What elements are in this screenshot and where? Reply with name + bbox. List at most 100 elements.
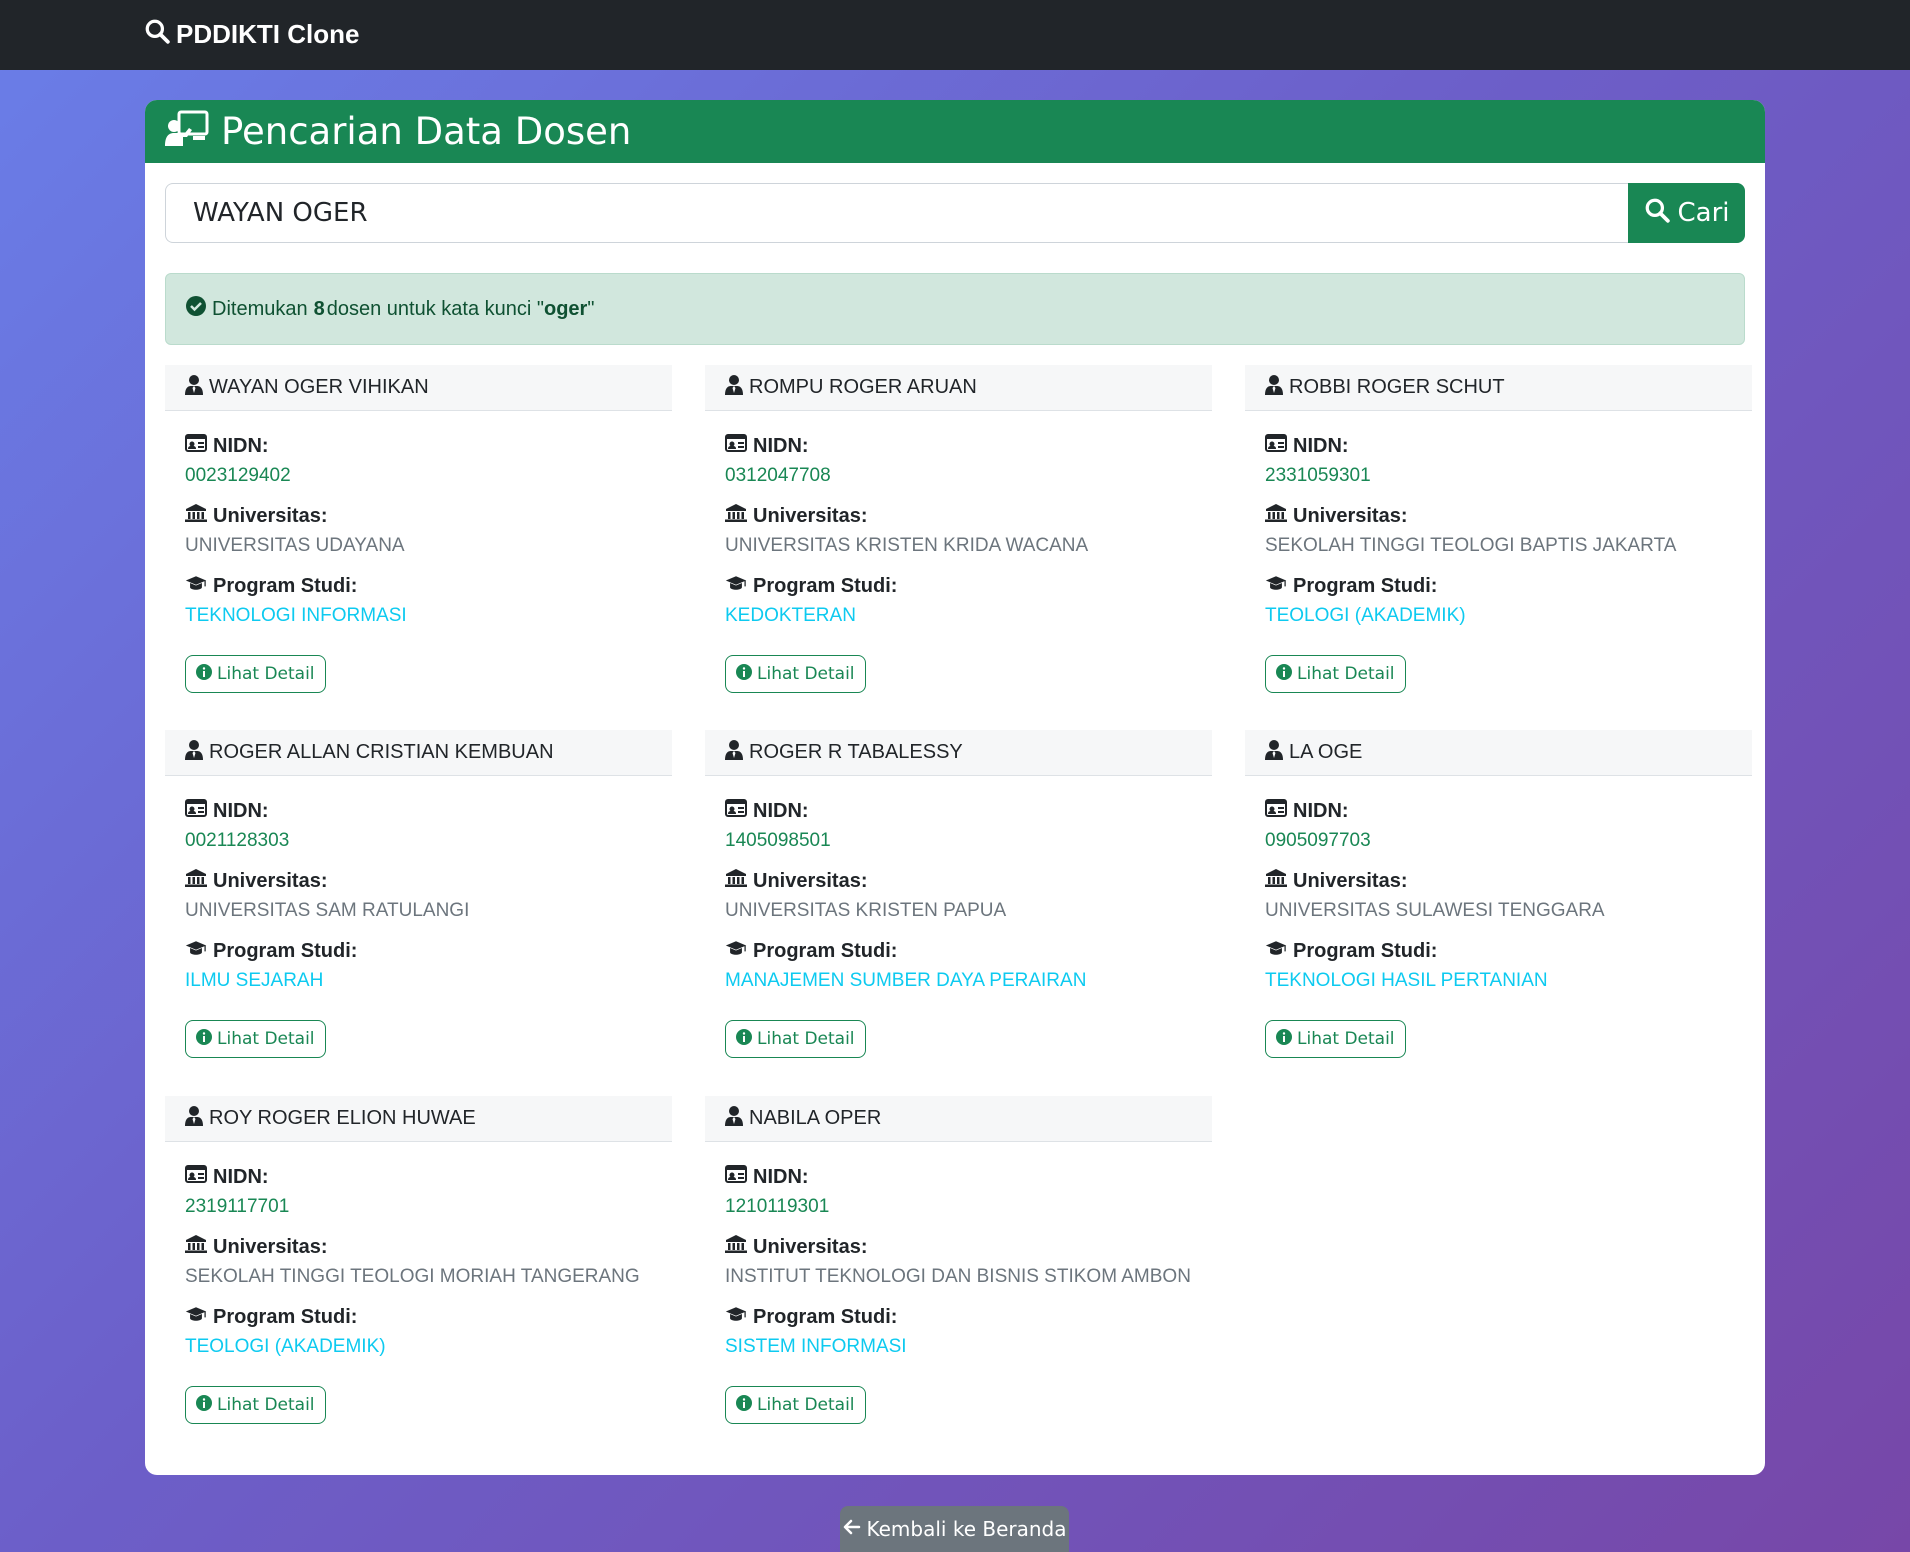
- universitas-value: INSTITUT TEKNOLOGI DAN BISNIS STIKOM AMB…: [725, 1266, 1191, 1287]
- university-icon: [725, 869, 747, 893]
- view-detail-button[interactable]: Lihat Detail: [185, 1386, 326, 1424]
- search-button-label: Cari: [1677, 198, 1730, 228]
- nidn-value: 2319117701: [185, 1196, 290, 1217]
- id-card-icon: [185, 1165, 207, 1189]
- university-icon: [185, 869, 207, 893]
- graduation-cap-icon: [185, 939, 207, 963]
- lecturer-card-body: NIDN: 1405098501 Universitas: UNIVERSITA…: [705, 776, 1212, 1058]
- lecturer-card-body: NIDN: 2319117701 Universitas: SEKOLAH TI…: [165, 1142, 672, 1424]
- info-circle-icon: [736, 663, 752, 685]
- id-card-icon: [185, 799, 207, 823]
- view-detail-button[interactable]: Lihat Detail: [185, 1020, 326, 1058]
- nidn-value: 0021128303: [185, 830, 290, 851]
- id-card-icon: [185, 434, 207, 458]
- info-circle-icon: [1276, 1028, 1292, 1050]
- graduation-cap-icon: [725, 939, 747, 963]
- view-detail-label: Lihat Detail: [1297, 1029, 1395, 1049]
- user-tie-icon: [185, 374, 203, 401]
- nidn-label: NIDN:: [185, 796, 652, 826]
- lecturer-name: NABILA OPER: [749, 1107, 882, 1129]
- info-circle-icon: [196, 1028, 212, 1050]
- view-detail-button[interactable]: Lihat Detail: [185, 655, 326, 693]
- view-detail-button[interactable]: Lihat Detail: [725, 655, 866, 693]
- prodi-value[interactable]: KEDOKTERAN: [725, 601, 1192, 631]
- user-tie-icon: [1265, 374, 1283, 401]
- info-circle-icon: [196, 663, 212, 685]
- lecturer-name: ROY ROGER ELION HUWAE: [209, 1107, 476, 1129]
- view-detail-label: Lihat Detail: [757, 1395, 855, 1415]
- prodi-value[interactable]: TEOLOGI (AKADEMIK): [185, 1332, 652, 1362]
- nidn-label: NIDN:: [1265, 431, 1732, 461]
- prodi-value[interactable]: MANAJEMEN SUMBER DAYA PERAIRAN: [725, 966, 1192, 996]
- brand-link[interactable]: PDDIKTI Clone: [144, 18, 359, 51]
- info-circle-icon: [736, 1028, 752, 1050]
- prodi-value[interactable]: SISTEM INFORMASI: [725, 1332, 1192, 1362]
- graduation-cap-icon: [1265, 574, 1287, 598]
- lecturer-card-header: ROGER ALLAN CRISTIAN KEMBUAN: [165, 730, 672, 776]
- lecturer-name: ROBBI ROGER SCHUT: [1289, 376, 1505, 398]
- view-detail-button[interactable]: Lihat Detail: [725, 1020, 866, 1058]
- prodi-label: Program Studi:: [725, 936, 1192, 966]
- universitas-value: UNIVERSITAS UDAYANA: [185, 535, 405, 556]
- user-tie-icon: [185, 739, 203, 766]
- nidn-value: 0023129402: [185, 465, 291, 486]
- alert-suffix: ": [587, 297, 595, 320]
- id-card-icon: [725, 434, 747, 458]
- lecturer-card: ROY ROGER ELION HUWAE NIDN: 2319117701 U…: [165, 1096, 672, 1424]
- nidn-label: NIDN:: [185, 1162, 652, 1192]
- lecturer-card-header: LA OGE: [1245, 730, 1752, 776]
- search-form: Cari: [165, 183, 1745, 243]
- prodi-value[interactable]: TEKNOLOGI HASIL PERTANIAN: [1265, 966, 1732, 996]
- navbar: PDDIKTI Clone: [0, 0, 1910, 70]
- user-tie-icon: [1265, 739, 1283, 766]
- id-card-icon: [1265, 799, 1287, 823]
- graduation-cap-icon: [725, 574, 747, 598]
- lecturer-card-body: NIDN: 0905097703 Universitas: UNIVERSITA…: [1245, 776, 1752, 1058]
- view-detail-label: Lihat Detail: [757, 1029, 855, 1049]
- universitas-label: Universitas:: [185, 501, 652, 531]
- alert-prefix: Ditemukan: [212, 297, 308, 320]
- user-tie-icon: [185, 1105, 203, 1132]
- chalkboard-teacher-icon: [165, 110, 209, 153]
- university-icon: [185, 1235, 207, 1259]
- info-circle-icon: [196, 1394, 212, 1416]
- lecturer-card: ROBBI ROGER SCHUT NIDN: 2331059301 Unive…: [1245, 365, 1752, 693]
- id-card-icon: [725, 799, 747, 823]
- graduation-cap-icon: [185, 1305, 207, 1329]
- id-card-icon: [725, 1165, 747, 1189]
- prodi-label: Program Studi:: [725, 1302, 1192, 1332]
- nidn-value: 2331059301: [1265, 465, 1371, 486]
- lecturer-card-body: NIDN: 2331059301 Universitas: SEKOLAH TI…: [1245, 411, 1752, 693]
- search-input[interactable]: [165, 183, 1628, 243]
- nidn-label: NIDN:: [185, 431, 652, 461]
- universitas-value: UNIVERSITAS KRISTEN KRIDA WACANA: [725, 535, 1089, 556]
- search-icon: [1644, 197, 1670, 230]
- universitas-value: UNIVERSITAS SAM RATULANGI: [185, 900, 470, 921]
- search-card: Pencarian Data Dosen Cari Ditemukan 8 do…: [145, 100, 1765, 1475]
- universitas-label: Universitas:: [1265, 501, 1732, 531]
- view-detail-button[interactable]: Lihat Detail: [725, 1386, 866, 1424]
- lecturer-card: ROMPU ROGER ARUAN NIDN: 0312047708 Unive…: [705, 365, 1212, 693]
- view-detail-button[interactable]: Lihat Detail: [1265, 655, 1406, 693]
- prodi-value[interactable]: TEOLOGI (AKADEMIK): [1265, 601, 1732, 631]
- prodi-value[interactable]: ILMU SEJARAH: [185, 966, 652, 996]
- alert-count: 8: [313, 297, 325, 320]
- view-detail-button[interactable]: Lihat Detail: [1265, 1020, 1406, 1058]
- lecturer-card: ROGER ALLAN CRISTIAN KEMBUAN NIDN: 00211…: [165, 730, 672, 1058]
- lecturer-card-header: ROBBI ROGER SCHUT: [1245, 365, 1752, 411]
- nidn-label: NIDN:: [1265, 796, 1732, 826]
- universitas-label: Universitas:: [185, 1232, 652, 1262]
- prodi-value[interactable]: TEKNOLOGI INFORMASI: [185, 601, 652, 631]
- lecturer-card: WAYAN OGER VIHIKAN NIDN: 0023129402 Univ…: [165, 365, 672, 693]
- lecturer-card-header: NABILA OPER: [705, 1096, 1212, 1142]
- view-detail-label: Lihat Detail: [1297, 664, 1395, 684]
- back-home-button[interactable]: Kembali ke Beranda: [840, 1506, 1069, 1552]
- universitas-value: UNIVERSITAS KRISTEN PAPUA: [725, 900, 1007, 921]
- user-tie-icon: [725, 374, 743, 401]
- search-button[interactable]: Cari: [1628, 183, 1745, 243]
- info-circle-icon: [736, 1394, 752, 1416]
- universitas-value: SEKOLAH TINGGI TEOLOGI BAPTIS JAKARTA: [1265, 535, 1677, 556]
- card-header: Pencarian Data Dosen: [145, 100, 1765, 163]
- view-detail-label: Lihat Detail: [217, 1395, 315, 1415]
- brand-label: PDDIKTI Clone: [176, 19, 360, 49]
